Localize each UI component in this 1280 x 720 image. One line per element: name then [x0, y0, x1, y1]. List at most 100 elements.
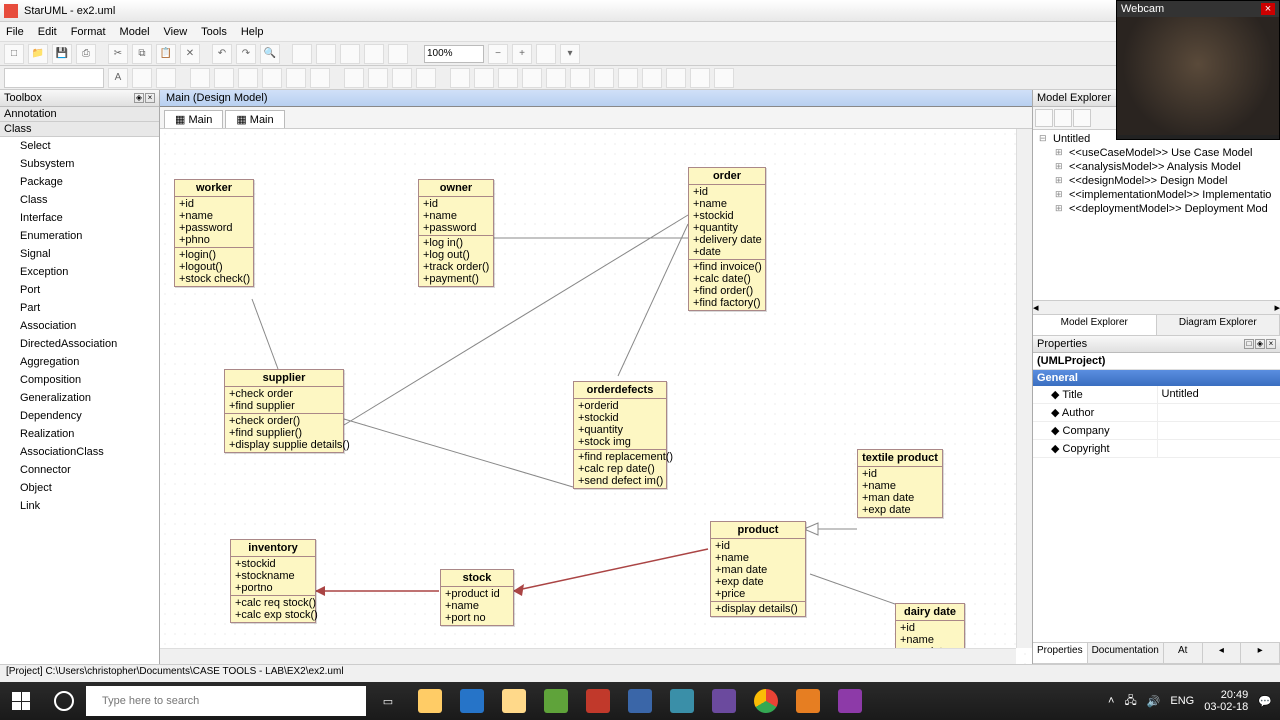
property-group-general[interactable]: General — [1033, 370, 1280, 386]
tool-select[interactable]: Select — [0, 137, 159, 155]
uml-class-orderdefects[interactable]: orderdefects +orderid+stockid+quantity+s… — [573, 381, 667, 489]
tool-directedassociation[interactable]: DirectedAssociation — [0, 335, 159, 353]
menu-format[interactable]: Format — [71, 26, 106, 38]
menu-view[interactable]: View — [164, 26, 188, 38]
layout-4-button[interactable] — [416, 68, 436, 88]
edge-button[interactable] — [452, 682, 492, 720]
app-red-button[interactable] — [578, 682, 618, 720]
tool-a-button[interactable] — [292, 44, 312, 64]
align-3-button[interactable] — [238, 68, 258, 88]
font-select[interactable] — [4, 68, 104, 88]
grp-12-button[interactable] — [714, 68, 734, 88]
uml-class-owner[interactable]: owner +id+name+password +log in()+log ou… — [418, 179, 494, 287]
tool-realization[interactable]: Realization — [0, 425, 159, 443]
grp-7-button[interactable] — [594, 68, 614, 88]
tool-part[interactable]: Part — [0, 299, 159, 317]
tray-lang[interactable]: ENG — [1170, 695, 1194, 707]
save-button[interactable]: 💾 — [52, 44, 72, 64]
grp-10-button[interactable] — [666, 68, 686, 88]
layout-3-button[interactable] — [392, 68, 412, 88]
filter-button[interactable] — [1054, 109, 1072, 127]
tab-at[interactable]: At — [1164, 643, 1203, 663]
menu-file[interactable]: File — [6, 26, 24, 38]
grp-11-button[interactable] — [690, 68, 710, 88]
uml-class-order[interactable]: order +id+name+stockid+quantity+delivery… — [688, 167, 766, 311]
layout-2-button[interactable] — [368, 68, 388, 88]
explorer-hscroll[interactable]: ◂▸ — [1033, 300, 1280, 314]
start-button[interactable] — [0, 682, 42, 720]
tool-interface[interactable]: Interface — [0, 209, 159, 227]
property-row[interactable]: ◆ Author — [1033, 404, 1280, 422]
tree-item[interactable]: <<useCaseModel>> Use Case Model — [1035, 146, 1278, 160]
uml-class-product[interactable]: product +id+name+man date+exp date+price… — [710, 521, 806, 617]
webcam-close-button[interactable]: × — [1261, 3, 1275, 15]
tool-port[interactable]: Port — [0, 281, 159, 299]
property-row[interactable]: ◆ TitleUntitled — [1033, 386, 1280, 404]
grp-6-button[interactable] — [570, 68, 590, 88]
open-button[interactable]: 📁 — [28, 44, 48, 64]
layout-1-button[interactable] — [344, 68, 364, 88]
app-orange-button[interactable] — [788, 682, 828, 720]
property-row[interactable]: ◆ Company — [1033, 422, 1280, 440]
find-button[interactable]: 🔍 — [260, 44, 280, 64]
tray-network-icon[interactable]: 🖧 — [1124, 692, 1136, 711]
uml-class-worker[interactable]: worker +id+name+password+phno +login()+l… — [174, 179, 254, 287]
uml-class-textile-product[interactable]: textile product +id+name+man date+exp da… — [857, 449, 943, 518]
align-5-button[interactable] — [286, 68, 306, 88]
tool-link[interactable]: Link — [0, 497, 159, 515]
grp-5-button[interactable] — [546, 68, 566, 88]
property-row[interactable]: ◆ Copyright — [1033, 440, 1280, 458]
zoom-in-button[interactable]: + — [512, 44, 532, 64]
refresh-button[interactable] — [1073, 109, 1091, 127]
tool-exception[interactable]: Exception — [0, 263, 159, 281]
tool-dependency[interactable]: Dependency — [0, 407, 159, 425]
tool-composition[interactable]: Composition — [0, 371, 159, 389]
zoom-drop-button[interactable]: ▾ — [560, 44, 580, 64]
tool-signal[interactable]: Signal — [0, 245, 159, 263]
menu-edit[interactable]: Edit — [38, 26, 57, 38]
tab-model-explorer[interactable]: Model Explorer — [1033, 315, 1157, 335]
align-6-button[interactable] — [310, 68, 330, 88]
folder-button[interactable] — [494, 682, 534, 720]
tab-main-2[interactable]: ▦ Main — [225, 110, 284, 128]
tree-item[interactable]: <<designModel>> Design Model — [1035, 174, 1278, 188]
redo-button[interactable]: ↷ — [236, 44, 256, 64]
grp-9-button[interactable] — [642, 68, 662, 88]
tray-volume-icon[interactable]: 🔊 — [1147, 695, 1161, 708]
canvas-scrollbar-vertical[interactable] — [1016, 129, 1032, 648]
search-input[interactable]: Type here to search — [86, 686, 366, 716]
tool-association[interactable]: Association — [0, 317, 159, 335]
pin-icon[interactable]: ◈ — [1255, 339, 1265, 349]
toolbox-group-annotation[interactable]: Annotation — [0, 107, 159, 122]
tab-main-1[interactable]: ▦ Main — [164, 110, 223, 128]
tray-clock[interactable]: 20:49 03-02-18 — [1204, 689, 1248, 713]
sort-button[interactable] — [1035, 109, 1053, 127]
grp-1-button[interactable] — [450, 68, 470, 88]
model-tree[interactable]: Untitled <<useCaseModel>> Use Case Model… — [1033, 130, 1280, 300]
app-green-button[interactable] — [536, 682, 576, 720]
undo-button[interactable]: ↶ — [212, 44, 232, 64]
tool-generalization[interactable]: Generalization — [0, 389, 159, 407]
zoom-fit-button[interactable] — [536, 44, 556, 64]
diagram-canvas[interactable]: worker +id+name+password+phno +login()+l… — [160, 129, 1032, 664]
app-teal-button[interactable] — [662, 682, 702, 720]
uml-class-supplier[interactable]: supplier +check order+find supplier +che… — [224, 369, 344, 453]
tool-aggregation[interactable]: Aggregation — [0, 353, 159, 371]
delete-button[interactable]: ✕ — [180, 44, 200, 64]
tool-e-button[interactable] — [388, 44, 408, 64]
uml-class-inventory[interactable]: inventory +stockid+stockname+portno +cal… — [230, 539, 316, 623]
cortana-button[interactable] — [44, 682, 84, 720]
toolbox-group-class[interactable]: Class — [0, 122, 159, 137]
grp-2-button[interactable] — [474, 68, 494, 88]
file-explorer-button[interactable] — [410, 682, 450, 720]
canvas-scrollbar-horizontal[interactable] — [160, 648, 1016, 664]
new-button[interactable]: □ — [4, 44, 24, 64]
app-blue-button[interactable] — [620, 682, 660, 720]
close-icon[interactable]: × — [1266, 339, 1276, 349]
tool-associationclass[interactable]: AssociationClass — [0, 443, 159, 461]
tool-subsystem[interactable]: Subsystem — [0, 155, 159, 173]
task-view-button[interactable]: ▭ — [368, 682, 408, 720]
close-icon[interactable]: × — [145, 93, 155, 103]
paste-button[interactable]: 📋 — [156, 44, 176, 64]
tab-documentation[interactable]: Documentation — [1088, 643, 1164, 663]
